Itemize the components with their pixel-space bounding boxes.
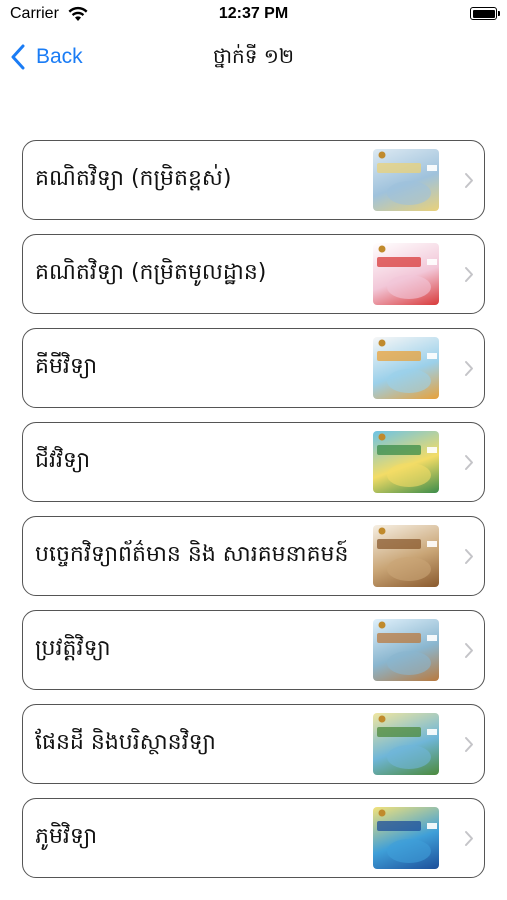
chevron-right-icon	[465, 455, 473, 470]
clock: 12:37 PM	[218, 5, 289, 22]
subject-label: បច្ចេកវិទ្យាព័ត៌មាន និង សារគមនាគមន៍	[35, 542, 349, 567]
subject-label: ផែនដី និងបរិស្ថានវិទ្យា	[35, 730, 216, 755]
chevron-right-icon	[465, 267, 473, 282]
chevron-right-icon	[465, 643, 473, 658]
book-cover-image	[373, 525, 439, 587]
book-cover-image	[373, 807, 439, 869]
book-cover-image	[373, 713, 439, 775]
list-item[interactable]: ផែនដី និងបរិស្ថានវិទ្យា	[22, 704, 485, 784]
battery-icon	[470, 7, 500, 20]
list-item[interactable]: បច្ចេកវិទ្យាព័ត៌មាន និង សារគមនាគមន៍	[22, 516, 485, 596]
subject-label: ជីវវិទ្យា	[35, 448, 91, 473]
chevron-right-icon	[465, 173, 473, 188]
list-item[interactable]: ជីវវិទ្យា	[22, 422, 485, 502]
subject-label: ភូមិវិទ្យា	[35, 824, 98, 849]
page-title: ថ្នាក់ទី ១២	[212, 44, 295, 68]
chevron-right-icon	[465, 361, 473, 376]
book-cover-image	[373, 619, 439, 681]
list-item[interactable]: ប្រវត្តិវិទ្យា	[22, 610, 485, 690]
chevron-right-icon	[465, 549, 473, 564]
list-item[interactable]: គណិតវិទ្យា (កម្រិតមូលដ្ឋាន)	[22, 234, 485, 314]
book-cover-image	[373, 431, 439, 493]
chevron-right-icon	[465, 831, 473, 846]
chevron-right-icon	[465, 737, 473, 752]
book-cover-image	[373, 149, 439, 211]
subject-label: ប្រវត្តិវិទ្យា	[35, 636, 111, 661]
list-item[interactable]: គីមីវិទ្យា	[22, 328, 485, 408]
subject-label: គណិតវិទ្យា (កម្រិតខ្ពស់)	[35, 166, 232, 191]
subject-label: គីមីវិទ្យា	[35, 354, 98, 379]
subject-list: គណិតវិទ្យា (កម្រិតខ្ពស់) គណិតវិទ្យា (កម្រ…	[22, 140, 485, 892]
book-cover-image	[373, 337, 439, 399]
subject-label: គណិតវិទ្យា (កម្រិតមូលដ្ឋាន)	[35, 260, 267, 285]
list-item[interactable]: ភូមិវិទ្យា	[22, 798, 485, 878]
navigation-bar: Back ថ្នាក់ទី ១២	[0, 30, 507, 88]
book-cover-image	[373, 243, 439, 305]
status-bar: Carrier 12:37 PM	[0, 0, 507, 30]
list-item[interactable]: គណិតវិទ្យា (កម្រិតខ្ពស់)	[22, 140, 485, 220]
